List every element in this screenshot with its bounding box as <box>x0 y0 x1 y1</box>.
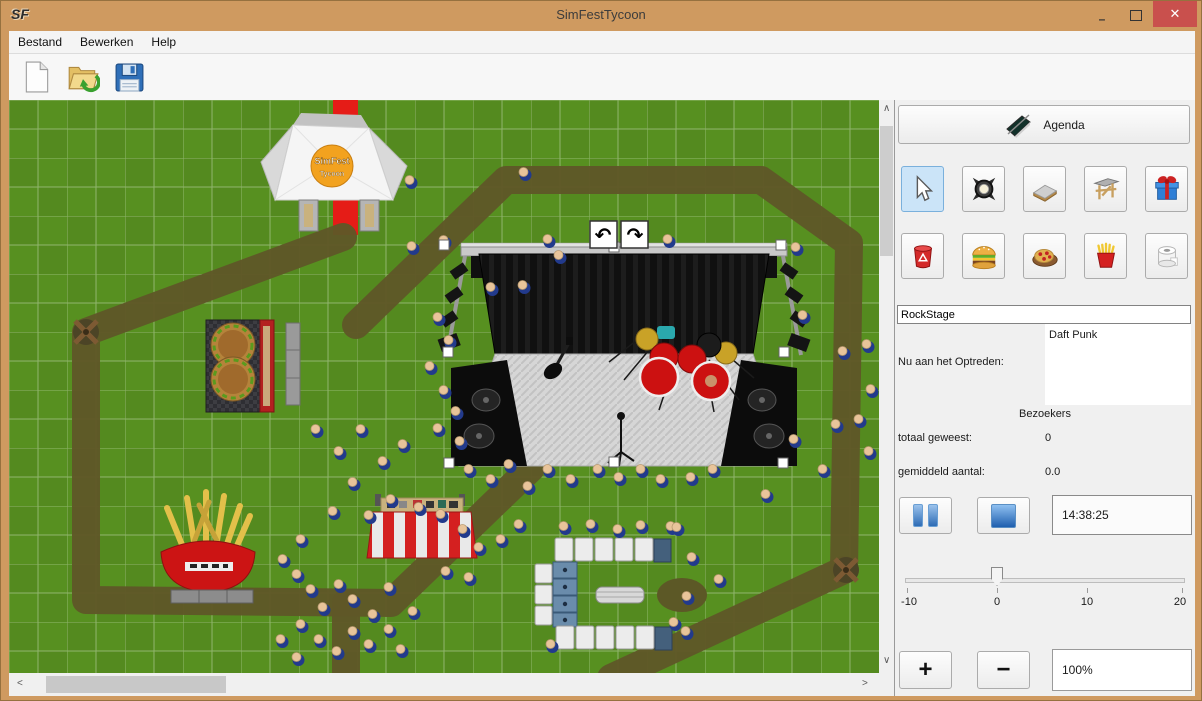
rotate-cw-icon: ↷ <box>627 223 644 247</box>
tool-toilet-paper[interactable] <box>1145 233 1188 279</box>
now-performing-box: Daft Punk <box>1045 324 1191 405</box>
scroll-left-icon[interactable]: < <box>17 679 23 689</box>
stage-name-input[interactable] <box>897 305 1191 324</box>
path-marker-right <box>833 557 859 583</box>
fries-icon <box>1091 241 1121 271</box>
open-file-icon <box>66 60 100 94</box>
toolbar <box>9 54 1195 100</box>
tool-pizza[interactable] <box>1023 233 1066 279</box>
horizontal-scrollbar[interactable]: < > <box>9 673 879 696</box>
speed-slider-track[interactable] <box>905 578 1185 583</box>
visitors-header: Bezoekers <box>895 408 1195 420</box>
cursor-icon <box>908 174 938 204</box>
scaffold-icon <box>1091 174 1121 204</box>
agenda-label: Agenda <box>1043 118 1084 132</box>
festival-map[interactable]: SimFest Tycoon <box>9 100 879 673</box>
minimize-button[interactable]: – <box>1085 1 1119 31</box>
slider-label-min: -10 <box>901 596 917 608</box>
rotate-ccw-button[interactable]: ↶ <box>590 221 617 248</box>
now-performing-label: Nu aan het Optreden: <box>898 356 1004 368</box>
tool-gift[interactable] <box>1145 166 1188 212</box>
gift-icon <box>1152 174 1182 204</box>
bench-burger[interactable] <box>286 323 300 405</box>
selection-handle <box>776 240 786 250</box>
vertical-scrollbar[interactable]: ∧ ∨ <box>879 100 894 673</box>
clock-display: 14:38:25 <box>1052 495 1192 535</box>
total-visitors-value: 0 <box>1045 432 1051 444</box>
menu-bestand[interactable]: Bestand <box>9 31 71 53</box>
selection-handle <box>609 457 619 467</box>
app-window: SF SimFestTycoon – ✕ Bestand Bewerken He… <box>0 0 1202 701</box>
save-file-button[interactable] <box>111 58 147 96</box>
slider-label-ten: 10 <box>1081 596 1093 608</box>
tool-select-cursor[interactable] <box>901 166 944 212</box>
side-panel: Agenda <box>894 100 1195 696</box>
vertical-scrollbar-thumb[interactable] <box>880 126 893 256</box>
save-file-icon <box>114 62 145 93</box>
average-visitors-label: gemiddeld aantal: <box>898 466 985 478</box>
speed-slider-thumb[interactable] <box>991 567 1003 586</box>
pause-icon <box>913 504 923 527</box>
tent-logo-text2: Tycoon <box>320 171 344 178</box>
maximize-button[interactable] <box>1119 1 1153 25</box>
window-title: SimFestTycoon <box>1 7 1201 22</box>
close-button[interactable]: ✕ <box>1153 1 1197 27</box>
selection-handle <box>778 458 788 468</box>
average-visitors-value: 0.0 <box>1045 466 1060 478</box>
stop-icon <box>991 504 1016 528</box>
scroll-up-icon[interactable]: ∧ <box>883 104 890 114</box>
menu-help[interactable]: Help <box>142 31 185 53</box>
toilet-paper-icon <box>1152 241 1182 271</box>
new-file-button[interactable] <box>19 58 55 96</box>
slider-label-zero: 0 <box>994 596 1000 608</box>
now-performing-value: Daft Punk <box>1045 324 1191 346</box>
selection-handle <box>439 240 449 250</box>
selection-handle <box>443 347 453 357</box>
burger-stand[interactable] <box>206 320 274 412</box>
agenda-button[interactable]: Agenda <box>898 105 1190 144</box>
slider-label-max: 20 <box>1174 596 1186 608</box>
pizza-icon <box>1030 241 1060 271</box>
bench-fries[interactable] <box>171 590 253 603</box>
tent-logo-text: SimFest <box>314 156 349 166</box>
rotate-cw-button[interactable]: ↷ <box>621 221 648 248</box>
scroll-right-icon[interactable]: > <box>862 679 868 689</box>
tool-road-tile[interactable] <box>1023 166 1066 212</box>
pause-button[interactable] <box>899 497 952 534</box>
tool-scaffold[interactable] <box>1084 166 1127 212</box>
menu-bewerken[interactable]: Bewerken <box>71 31 142 53</box>
selection-handle <box>779 347 789 357</box>
zoom-in-button[interactable]: + <box>899 651 952 689</box>
tool-burger[interactable] <box>962 233 1005 279</box>
burger-icon <box>969 241 999 271</box>
title-bar: SF SimFestTycoon – ✕ <box>1 1 1201 31</box>
bench-toilet[interactable] <box>596 587 644 603</box>
stage-curtain <box>479 254 769 354</box>
zoom-out-button[interactable]: − <box>977 651 1030 689</box>
maximize-icon <box>1130 10 1142 21</box>
new-file-icon <box>23 61 51 93</box>
tool-trash-can[interactable] <box>901 233 944 279</box>
zoom-level-display: 100% <box>1052 649 1192 691</box>
spotlight-icon <box>969 174 999 204</box>
agenda-book-icon <box>1003 112 1033 138</box>
trash-can-icon <box>908 241 938 271</box>
tool-fries[interactable] <box>1084 233 1127 279</box>
selection-handle <box>444 458 454 468</box>
rotate-ccw-icon: ↶ <box>595 223 612 247</box>
tool-spotlight[interactable] <box>962 166 1005 212</box>
horizontal-scrollbar-thumb[interactable] <box>46 676 226 693</box>
scroll-down-icon[interactable]: ∨ <box>883 656 890 666</box>
stop-button[interactable] <box>977 497 1030 534</box>
festival-map-canvas[interactable]: SimFest Tycoon <box>9 100 894 696</box>
road-tile-icon <box>1030 174 1060 204</box>
menu-bar: Bestand Bewerken Help <box>9 31 1195 54</box>
open-file-button[interactable] <box>65 58 101 96</box>
path-marker-left <box>73 319 99 345</box>
total-visitors-label: totaal geweest: <box>898 432 972 444</box>
